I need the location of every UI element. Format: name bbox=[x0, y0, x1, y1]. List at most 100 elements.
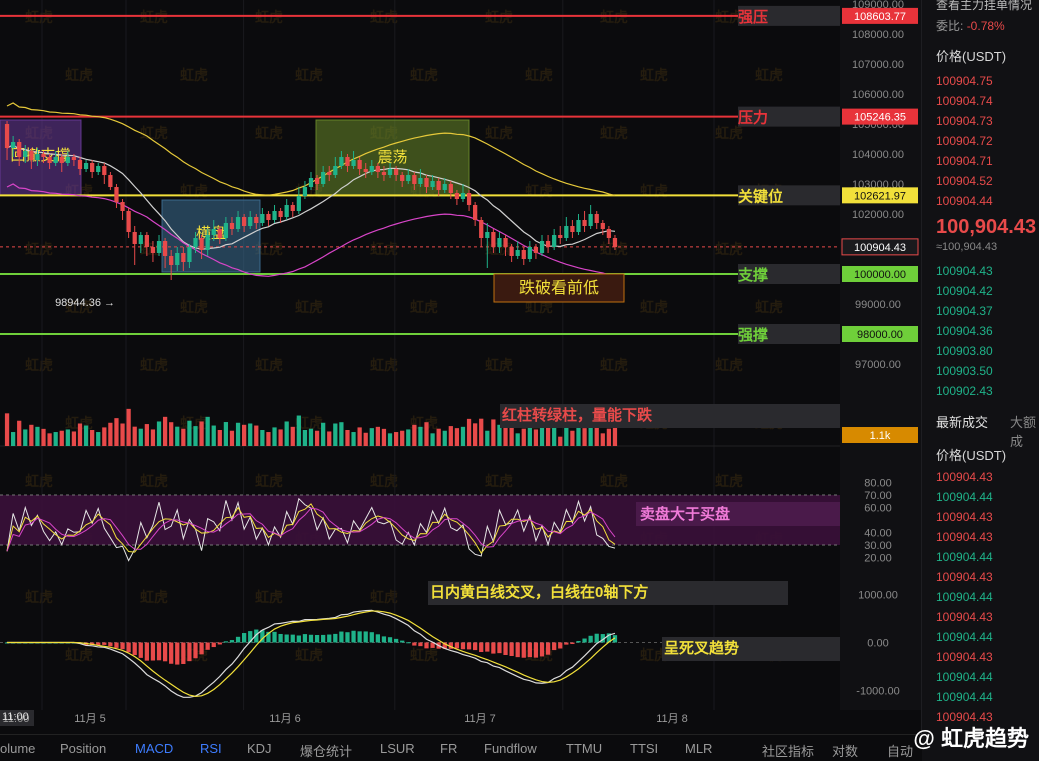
level-name: 强压 bbox=[738, 9, 768, 26]
bid-price[interactable]: 100903.50 bbox=[936, 364, 993, 378]
indicator-tab[interactable]: 爆仓统计 bbox=[300, 741, 352, 760]
macd-hist-bar bbox=[381, 636, 387, 643]
ask-price[interactable]: 100904.44 bbox=[936, 194, 993, 208]
watermark-mark: 虹虎 bbox=[255, 357, 283, 373]
macd-hist-bar bbox=[120, 642, 125, 650]
volume-bar bbox=[473, 423, 478, 446]
ask-price[interactable]: 100904.52 bbox=[936, 174, 993, 188]
ask-price[interactable]: 100904.75 bbox=[936, 74, 993, 88]
candle-body bbox=[436, 181, 441, 190]
candle-body bbox=[284, 205, 289, 217]
watermark-mark: 虹虎 bbox=[140, 589, 168, 605]
volume-bar bbox=[175, 426, 180, 446]
volume-bar bbox=[375, 426, 380, 446]
ask-price[interactable]: 100904.72 bbox=[936, 134, 993, 148]
watermark-mark: 虹虎 bbox=[25, 357, 53, 373]
volume-bar bbox=[266, 432, 271, 446]
macd-hist-bar bbox=[594, 633, 599, 643]
rsi-tick-label: 80.00 bbox=[864, 478, 892, 490]
macd-hist-bar bbox=[345, 632, 350, 643]
tab-latest-trades[interactable]: 最新成交 bbox=[936, 412, 988, 431]
indicator-tab[interactable]: 自动 bbox=[887, 741, 913, 760]
candle-body bbox=[102, 166, 107, 175]
indicator-tab[interactable]: Position bbox=[60, 741, 106, 756]
volume-bar bbox=[90, 430, 95, 446]
rsi-tick-label: 60.00 bbox=[864, 503, 892, 515]
watermark-mark: 虹虎 bbox=[640, 299, 668, 315]
indicator-tab[interactable]: TTMU bbox=[566, 741, 602, 756]
indicator-tab[interactable]: TTSI bbox=[630, 741, 658, 756]
chart-stage[interactable]: 虹虎 虹虎 虹虎 虹虎 虹虎 虹虎 虹虎 虹虎 虹虎 虹虎 虹虎 虹虎 虹虎 虹虎 虹虎 虹虎 虹虎 虹虎 虹虎 虹虎… bbox=[0, 0, 1039, 761]
candle-body bbox=[65, 157, 70, 163]
level-price-label: 108603.77 bbox=[854, 11, 906, 23]
bid-price[interactable]: 100904.36 bbox=[936, 324, 993, 338]
macd-hist-bar bbox=[527, 642, 532, 658]
candle-body bbox=[260, 214, 265, 223]
last-price-sub: ≈100,904.43 bbox=[936, 241, 998, 253]
volume-bar bbox=[400, 430, 405, 446]
bid-price[interactable]: 100904.42 bbox=[936, 284, 993, 298]
volume-bar bbox=[53, 432, 58, 446]
indicator-tab[interactable]: Fundflow bbox=[484, 741, 537, 756]
ask-price[interactable]: 100904.73 bbox=[936, 114, 993, 128]
volume-bar bbox=[600, 433, 605, 446]
macd-hist-bar bbox=[229, 640, 235, 643]
macd-hist-bar bbox=[539, 642, 545, 657]
watermark-mark: 虹虎 bbox=[65, 647, 93, 663]
candle-body bbox=[351, 160, 356, 166]
price-tick-label: 107000.00 bbox=[852, 59, 904, 71]
candle-body bbox=[278, 211, 283, 217]
volume-bar bbox=[47, 433, 52, 446]
candle-body bbox=[108, 175, 113, 187]
candle-body bbox=[150, 247, 156, 253]
volume-bar bbox=[217, 430, 222, 446]
indicator-tab[interactable]: 社区指标 bbox=[762, 741, 814, 760]
trade-price: 100904.44 bbox=[936, 670, 993, 684]
time-tick-label: 11月 8 bbox=[656, 713, 688, 725]
volume-bar bbox=[351, 432, 356, 446]
price-tick-label: 97000.00 bbox=[855, 359, 901, 371]
indicator-tab[interactable]: MACD bbox=[135, 741, 173, 756]
volume-bar bbox=[205, 416, 210, 446]
volume-bar bbox=[102, 427, 107, 446]
macd-hist-bar bbox=[503, 642, 508, 656]
candle-body bbox=[375, 166, 380, 172]
macd-hist-bar bbox=[485, 642, 490, 652]
candle-body bbox=[448, 184, 453, 193]
volume-bar bbox=[211, 425, 216, 446]
candle-body bbox=[424, 178, 429, 187]
indicator-tab[interactable]: LSUR bbox=[380, 741, 415, 756]
indicator-tab[interactable]: FR bbox=[440, 741, 457, 756]
volume-bar bbox=[327, 431, 332, 446]
candle-body bbox=[138, 235, 143, 244]
macd-hist-bar bbox=[582, 638, 587, 643]
indicator-tab[interactable]: 对数 bbox=[832, 741, 858, 760]
watermark-mark: 虹虎 bbox=[25, 241, 53, 257]
watermark-mark: 虹虎 bbox=[370, 473, 398, 489]
indicator-tab[interactable]: KDJ bbox=[247, 741, 272, 756]
indicator-tab[interactable]: MLR bbox=[685, 741, 712, 756]
volume-bar bbox=[412, 424, 417, 446]
ask-price[interactable]: 100904.71 bbox=[936, 154, 993, 168]
volume-bar bbox=[308, 428, 314, 446]
tab-large-trades[interactable]: 大额成 bbox=[1010, 412, 1039, 450]
bid-price[interactable]: 100904.37 bbox=[936, 304, 993, 318]
macd-hist-bar bbox=[138, 642, 143, 658]
candle-body bbox=[345, 157, 350, 166]
chart-svg[interactable]: 虹虎虹虎虹虎虹虎虹虎虹虎虹虎虹虎虹虎虹虎虹虎虹虎虹虎虹虎虹虎虹虎虹虎虹虎虹虎虹虎… bbox=[0, 0, 922, 735]
volume-bar bbox=[65, 429, 70, 446]
ask-price[interactable]: 100904.74 bbox=[936, 94, 993, 108]
candle-body bbox=[120, 202, 125, 211]
macd-hist-bar bbox=[193, 642, 198, 659]
watermark-mark: 虹虎 bbox=[295, 647, 323, 663]
indicator-tab[interactable]: RSI bbox=[200, 741, 222, 756]
bid-price[interactable]: 100903.80 bbox=[936, 344, 993, 358]
candle-body bbox=[254, 217, 259, 223]
watermark-mark: 虹虎 bbox=[255, 125, 283, 141]
volume-bar bbox=[23, 429, 28, 446]
indicator-tab[interactable]: olume bbox=[0, 741, 35, 756]
bid-price[interactable]: 100902.43 bbox=[936, 384, 993, 398]
volume-bar bbox=[424, 422, 429, 446]
bid-price[interactable]: 100904.43 bbox=[936, 264, 993, 278]
volume-bar bbox=[10, 432, 16, 446]
